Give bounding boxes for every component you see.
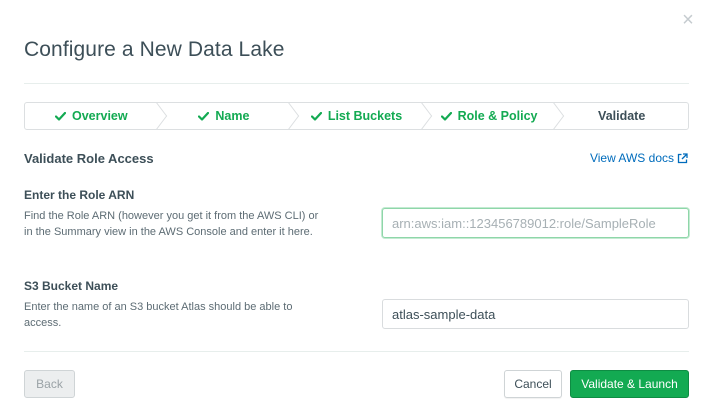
step-name[interactable]: Name xyxy=(158,103,291,129)
role-arn-description: Find the Role ARN (however you get it fr… xyxy=(24,210,319,238)
bucket-name-label: S3 Bucket Name xyxy=(24,279,119,293)
role-arn-label: Enter the Role ARN xyxy=(24,188,135,202)
header-divider xyxy=(24,83,689,84)
step-label: Name xyxy=(215,109,250,123)
external-link-icon xyxy=(677,152,688,163)
checkmark-icon xyxy=(310,111,322,121)
step-role-policy[interactable]: Role & Policy xyxy=(423,103,556,129)
checkmark-icon xyxy=(198,111,210,121)
step-label: List Buckets xyxy=(327,109,403,123)
bucket-name-input[interactable] xyxy=(382,299,689,329)
step-label: Role & Policy xyxy=(457,109,538,123)
bucket-name-description: Enter the name of an S3 bucket Atlas sho… xyxy=(24,301,293,329)
step-label: Overview xyxy=(72,109,128,123)
step-list-buckets[interactable]: List Buckets xyxy=(290,103,423,129)
modal-title: Configure a New Data Lake xyxy=(24,38,285,61)
role-arn-input[interactable] xyxy=(382,208,689,238)
configure-data-lake-modal: × Configure a New Data Lake Overview Nam… xyxy=(0,0,715,420)
checkmark-icon xyxy=(55,111,66,121)
docs-link-label: View AWS docs xyxy=(589,151,674,165)
validate-launch-button[interactable]: Validate & Launch xyxy=(570,370,689,398)
step-label: Validate xyxy=(598,109,646,123)
view-aws-docs-link[interactable]: View AWS docs xyxy=(590,151,688,165)
wizard-stepper: Overview Name List Buckets Role & Policy… xyxy=(24,102,689,130)
close-icon[interactable]: × xyxy=(679,10,697,30)
step-validate[interactable]: Validate xyxy=(555,103,688,129)
checkmark-icon xyxy=(440,111,452,121)
footer-divider xyxy=(24,351,689,352)
step-overview[interactable]: Overview xyxy=(25,103,158,129)
section-title: Validate Role Access xyxy=(24,151,154,166)
cancel-button[interactable]: Cancel xyxy=(504,370,562,398)
back-button[interactable]: Back xyxy=(24,370,75,398)
